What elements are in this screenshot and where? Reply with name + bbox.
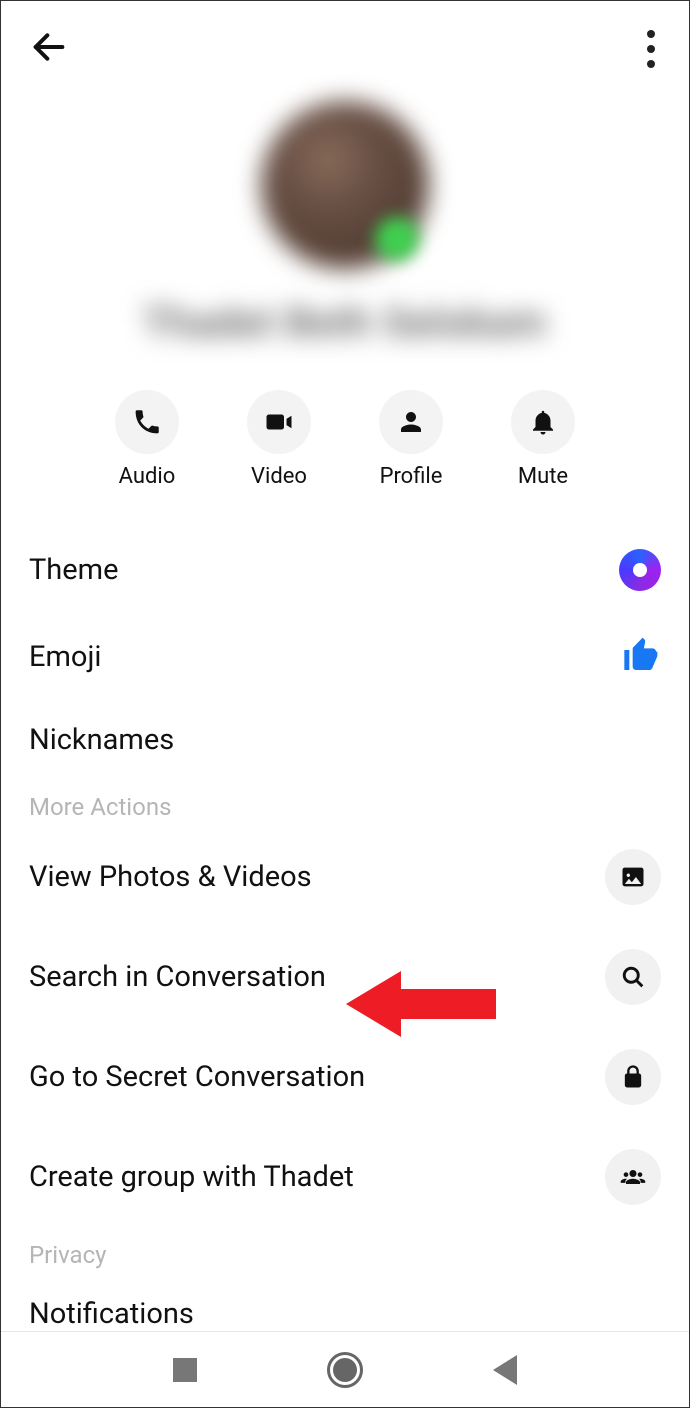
- search-conversation-label: Search in Conversation: [29, 960, 326, 994]
- emoji-label: Emoji: [29, 640, 101, 674]
- online-status-icon: [375, 217, 419, 261]
- thumbs-up-icon: [621, 635, 661, 679]
- settings-list: Theme Emoji Nicknames More Actions View …: [1, 527, 689, 1353]
- top-bar: [1, 1, 689, 81]
- avatar[interactable]: [261, 101, 429, 269]
- notifications-label: Notifications: [29, 1297, 194, 1331]
- profile-name: Thadet Beth Selokam: [143, 299, 547, 346]
- view-photos-row[interactable]: View Photos & Videos: [1, 827, 689, 927]
- audio-call-action[interactable]: Audio: [115, 390, 179, 489]
- create-group-row[interactable]: Create group with Thadet: [1, 1127, 689, 1227]
- theme-label: Theme: [29, 553, 118, 587]
- profile-action[interactable]: Profile: [379, 390, 443, 489]
- bell-icon: [528, 407, 558, 437]
- quick-actions-row: Audio Video Profile Mute: [1, 390, 689, 489]
- video-label: Video: [251, 464, 307, 489]
- system-back-button[interactable]: [493, 1355, 517, 1385]
- secret-conversation-label: Go to Secret Conversation: [29, 1060, 365, 1094]
- lock-icon: [605, 1049, 661, 1105]
- home-button[interactable]: [327, 1352, 363, 1388]
- person-icon: [396, 407, 426, 437]
- back-arrow-icon: [29, 27, 69, 67]
- profile-area: Thadet Beth Selokam: [1, 101, 689, 346]
- more-options-button[interactable]: [647, 30, 661, 68]
- search-conversation-row[interactable]: Search in Conversation: [1, 927, 689, 1027]
- theme-row[interactable]: Theme: [1, 527, 689, 613]
- emoji-row[interactable]: Emoji: [1, 613, 689, 701]
- back-button[interactable]: [29, 27, 69, 71]
- mute-label: Mute: [518, 464, 568, 489]
- phone-icon: [132, 407, 162, 437]
- view-photos-label: View Photos & Videos: [29, 860, 312, 894]
- group-icon: [605, 1149, 661, 1205]
- profile-label: Profile: [380, 464, 443, 489]
- privacy-header: Privacy: [1, 1227, 689, 1275]
- nicknames-row[interactable]: Nicknames: [1, 701, 689, 779]
- photo-icon: [605, 849, 661, 905]
- video-call-action[interactable]: Video: [247, 390, 311, 489]
- dot-icon: [647, 45, 655, 53]
- android-nav-bar: [1, 1331, 689, 1407]
- video-icon: [264, 407, 294, 437]
- theme-color-icon: [619, 549, 661, 591]
- dot-icon: [647, 60, 655, 68]
- audio-label: Audio: [119, 464, 176, 489]
- nicknames-label: Nicknames: [29, 723, 174, 757]
- create-group-label: Create group with Thadet: [29, 1160, 354, 1194]
- search-icon: [605, 949, 661, 1005]
- dot-icon: [647, 30, 655, 38]
- more-actions-header: More Actions: [1, 779, 689, 827]
- secret-conversation-row[interactable]: Go to Secret Conversation: [1, 1027, 689, 1127]
- recent-apps-button[interactable]: [173, 1358, 197, 1382]
- mute-action[interactable]: Mute: [511, 390, 575, 489]
